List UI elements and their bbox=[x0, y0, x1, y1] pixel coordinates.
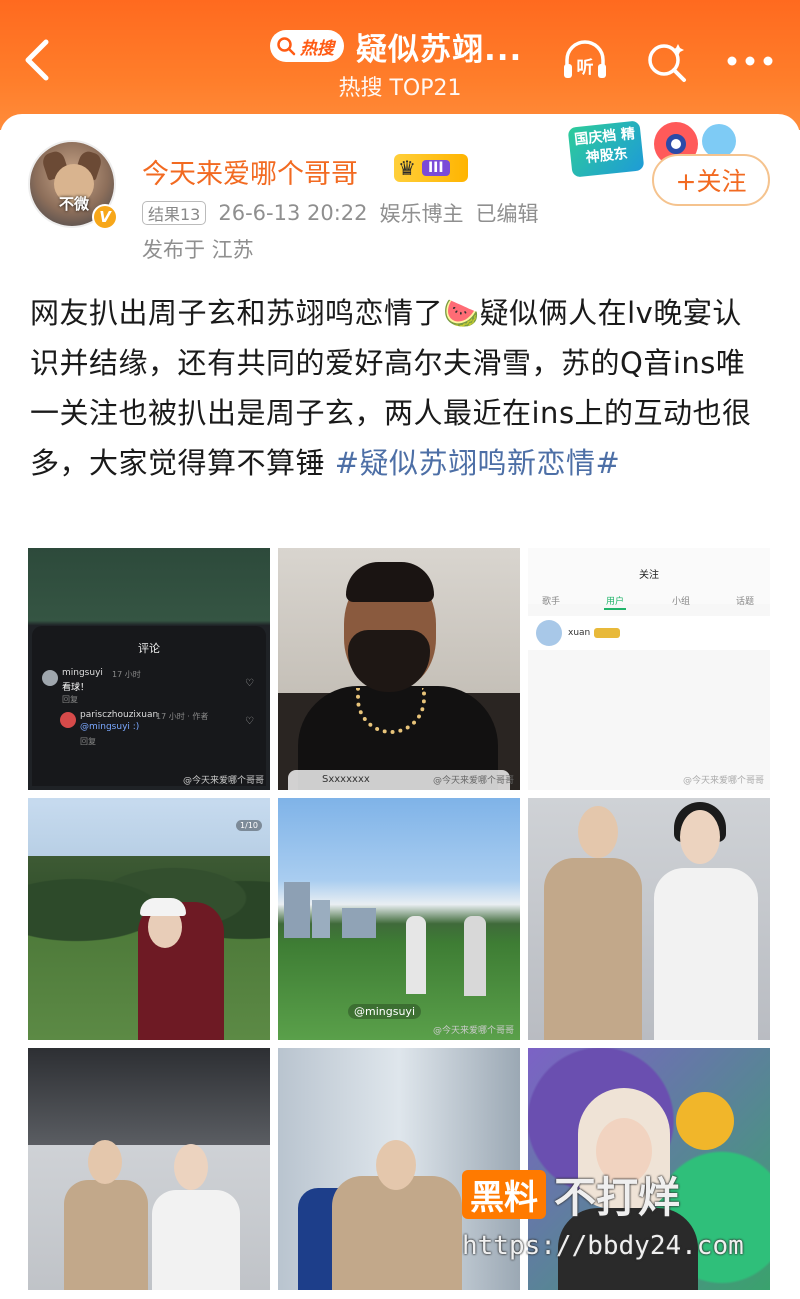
tab-singer: 歌手 bbox=[542, 597, 561, 607]
promo-text: 国庆档 精神股东 bbox=[567, 120, 645, 178]
image-page-indicator: 1/10 bbox=[236, 820, 262, 831]
search-icon[interactable] bbox=[642, 36, 692, 86]
listen-label: 听 bbox=[577, 57, 594, 78]
post-image-2[interactable]: Sxxxxxxx @今天来爱哪个哥哥 bbox=[278, 548, 520, 790]
more-icon[interactable] bbox=[724, 36, 776, 86]
title-area: 热搜 疑似苏翊... bbox=[270, 22, 522, 70]
post-image-5[interactable]: @mingsuyi @今天来爱哪个哥哥 bbox=[278, 798, 520, 1040]
reply-commenter-name: parisczhouzixuan bbox=[80, 710, 159, 720]
hot-search-badge: 热搜 bbox=[270, 30, 344, 62]
reply-time: 17 小时 · 作者 bbox=[156, 712, 209, 721]
reply-body: @mingsuyi :) bbox=[80, 722, 140, 732]
avatar bbox=[536, 620, 562, 646]
image-user-tag: @mingsuyi bbox=[348, 1004, 421, 1019]
site-watermark: 黑料 不打烊 https://bbdy24.com bbox=[462, 1164, 782, 1274]
follow-button[interactable]: +关注 bbox=[652, 154, 770, 206]
image-watermark: @今天来爱哪个哥哥 bbox=[182, 776, 264, 786]
commenter-name: mingsuyi bbox=[62, 668, 103, 678]
page-title: 疑似苏翊... bbox=[356, 31, 523, 68]
comment-panel-title: 评论 bbox=[138, 642, 160, 655]
watermark-text: 不打烊 bbox=[554, 1173, 681, 1222]
tab-user: 用户 bbox=[606, 597, 625, 607]
comment-time: 17 小时 bbox=[112, 670, 141, 679]
watermark-box-text: 黑料 bbox=[462, 1170, 546, 1219]
listen-icon[interactable]: 听 bbox=[560, 36, 610, 86]
tab-group: 小组 bbox=[672, 597, 691, 607]
comment-panel: 评论 mingsuyi 17 小时 看球！ 回复 ♡ parisczhouzix… bbox=[32, 626, 266, 786]
post-location: 发布于 江苏 bbox=[142, 238, 254, 262]
post-date: 26-6-13 20:22 bbox=[218, 201, 368, 225]
comment-body: 看球！ bbox=[62, 683, 90, 693]
verified-badge: V bbox=[92, 204, 118, 230]
post-body: 网友扒出周子玄和苏翊鸣恋情了🍉疑似俩人在lv晚宴认识并结缘，还有共同的爱好高尔夫… bbox=[30, 288, 770, 488]
follow-list-title: 关注 bbox=[639, 570, 659, 581]
tab-topic: 话题 bbox=[736, 597, 755, 607]
hot-search-label: 热搜 bbox=[300, 38, 334, 59]
reply-label: 回复 bbox=[62, 695, 78, 704]
post-meta: 结果13 26-6-13 20:22 娱乐博主 已编辑 bbox=[142, 198, 539, 228]
post-image-4[interactable]: 1/10 bbox=[28, 798, 270, 1040]
hashtag-link[interactable]: #疑似苏翊鸣新恋情# bbox=[335, 446, 621, 480]
rank-level: III bbox=[421, 160, 450, 176]
image-watermark: @今天来爱哪个哥哥 bbox=[432, 776, 514, 786]
reply-label-2: 回复 bbox=[80, 737, 96, 746]
like-icon: ♡ bbox=[245, 716, 254, 727]
top-bar: 热搜 疑似苏翊... 热搜 TOP21 听 bbox=[0, 0, 800, 130]
like-icon: ♡ bbox=[245, 678, 254, 689]
hot-search-icon bbox=[277, 37, 296, 56]
user-category: 娱乐博主 bbox=[379, 202, 464, 226]
image-watermark: @今天来爱哪个哥哥 bbox=[682, 776, 764, 786]
post-image-6[interactable] bbox=[528, 798, 770, 1040]
post-image-1[interactable]: 评论 mingsuyi 17 小时 看球！ 回复 ♡ parisczhouzix… bbox=[28, 548, 270, 790]
rank-badge: ♛ III bbox=[394, 154, 468, 182]
image-watermark: @今天来爱哪个哥哥 bbox=[432, 1026, 514, 1036]
followed-user-name: xuan bbox=[568, 628, 591, 638]
crown-icon: ♛ bbox=[398, 156, 416, 180]
user-tag: 结果13 bbox=[142, 201, 207, 225]
post-image-3[interactable]: 关注 歌手 用户 小组 话题 xuan @今天来爱哪个哥哥 bbox=[528, 548, 770, 790]
watermark-url: https://bbdy24.com bbox=[462, 1231, 744, 1261]
username[interactable]: 今天来爱哪个哥哥 bbox=[142, 152, 358, 191]
post-image-7[interactable] bbox=[28, 1048, 270, 1290]
edited-label: 已编辑 bbox=[475, 202, 539, 226]
post-card: 不微 V 今天来爱哪个哥哥 ♛ III 结果13 26-6-13 20:22 娱… bbox=[0, 114, 800, 1299]
